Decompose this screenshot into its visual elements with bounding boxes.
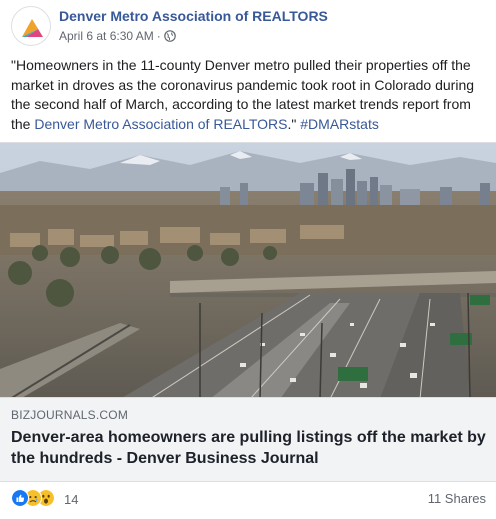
link-title[interactable]: Denver-area homeowners are pulling listi… (11, 427, 489, 469)
denver-highway-photo (0, 143, 496, 397)
post-text-end: ." (287, 115, 301, 132)
link-preview-image[interactable] (0, 142, 496, 398)
dmar-logo-icon (22, 19, 43, 37)
reaction-count[interactable]: 14 (64, 492, 78, 507)
post-card: Denver Metro Association of REALTORS Apr… (0, 0, 496, 519)
link-domain: BIZJOURNALS.COM (11, 408, 129, 422)
page-name-link[interactable]: Denver Metro Association of REALTORS (59, 8, 328, 24)
hashtag-link[interactable]: #DMARstats (300, 116, 379, 132)
globe-icon[interactable] (163, 30, 176, 42)
meta-separator: · (156, 29, 161, 43)
page-avatar[interactable] (11, 6, 51, 46)
post-meta: April 6 at 6:30 AM · (59, 29, 176, 43)
post-header: Denver Metro Association of REALTORS Apr… (11, 6, 491, 50)
post-footer: 14 11 Shares (11, 488, 486, 510)
shares-count[interactable]: 11 Shares (428, 491, 486, 506)
like-icon (11, 489, 29, 507)
link-preview[interactable]: BIZJOURNALS.COM Denver-area homeowners a… (0, 398, 496, 482)
dmar-mention-link[interactable]: Denver Metro Association of REALTORS (34, 116, 287, 132)
reactions-summary[interactable]: 14 (11, 489, 78, 509)
post-timestamp[interactable]: April 6 at 6:30 AM (59, 29, 154, 43)
post-message: "Homeowners in the 11-county Denver metr… (11, 56, 489, 134)
